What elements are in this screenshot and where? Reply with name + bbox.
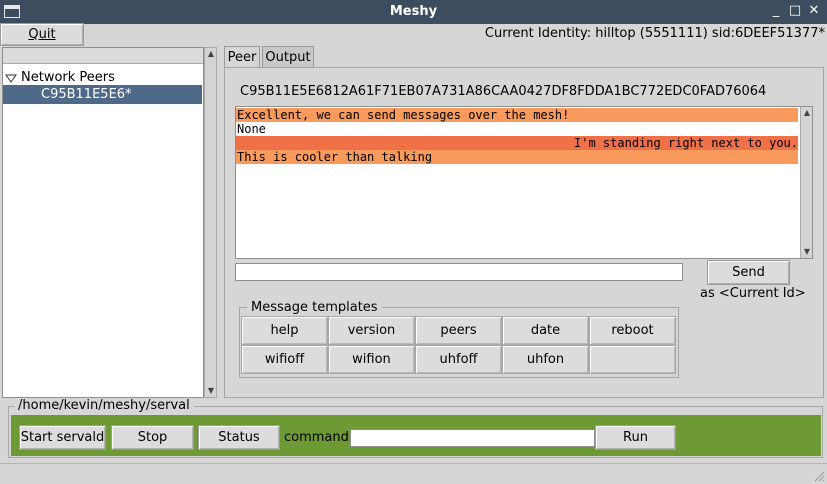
peer-tree: Network Peers C95B11E5E6*	[2, 47, 204, 398]
template-peers-button[interactable]: peers	[415, 316, 502, 345]
tree-root[interactable]: Network Peers	[5, 70, 115, 85]
template-uhfoff-button[interactable]: uhfoff	[415, 345, 502, 374]
tree-root-label: Network Peers	[21, 70, 115, 85]
maximize-icon[interactable]: □	[787, 3, 803, 19]
template-help-button[interactable]: help	[241, 316, 328, 345]
tab-peer[interactable]: Peer	[224, 46, 260, 68]
message-scrollbar[interactable]: ▲ ▼	[800, 107, 812, 258]
message-item: Excellent, we can send messages over the…	[236, 108, 798, 122]
scroll-up-icon[interactable]: ▲	[205, 48, 217, 60]
stop-button[interactable]: Stop	[111, 425, 194, 450]
start-servald-button[interactable]: Start servald	[19, 425, 106, 450]
tree-item-label: C95B11E5E6*	[41, 87, 132, 102]
quit-button[interactable]: Quit	[0, 23, 84, 46]
scroll-up-icon[interactable]: ▲	[801, 107, 813, 119]
send-as-label: as <Current Id>	[700, 286, 806, 301]
template-version-button[interactable]: version	[328, 316, 415, 345]
template-wifion-button[interactable]: wifion	[328, 345, 415, 374]
status-button[interactable]: Status	[198, 425, 280, 450]
message-item: This is cooler than talking	[236, 150, 798, 164]
scroll-down-icon[interactable]: ▼	[801, 246, 813, 258]
template-wifioff-button[interactable]: wifioff	[241, 345, 328, 374]
servald-path-label: /home/kevin/meshy/serval	[14, 398, 194, 413]
template-uhfon-button[interactable]: uhfon	[502, 345, 589, 374]
message-templates-label: Message templates	[247, 300, 382, 315]
minimize-icon[interactable]: _	[768, 3, 784, 19]
tree-scrollbar[interactable]: ▲ ▼	[204, 47, 217, 398]
message-item: None	[236, 122, 798, 136]
scroll-down-icon[interactable]: ▼	[205, 385, 217, 397]
template-reboot-button[interactable]: reboot	[589, 316, 676, 345]
tab-output[interactable]: Output	[262, 46, 314, 68]
command-label: command:	[284, 430, 354, 445]
command-input[interactable]	[350, 429, 595, 447]
message-item: I'm standing right next to you.	[236, 136, 798, 150]
tree-header	[3, 48, 203, 64]
send-button[interactable]: Send	[707, 260, 790, 285]
current-identity: Current Identity: hilltop (5551111) sid:…	[484, 26, 825, 41]
title-bar: Meshy _ □ ✕	[0, 0, 827, 24]
tree-item-peer[interactable]: C95B11E5E6*	[3, 85, 202, 104]
template-empty-button[interactable]	[589, 345, 676, 374]
run-button[interactable]: Run	[595, 425, 676, 450]
close-icon[interactable]: ✕	[806, 3, 822, 19]
message-input[interactable]	[235, 263, 683, 281]
template-date-button[interactable]: date	[502, 316, 589, 345]
resize-grip-icon[interactable]	[813, 470, 825, 482]
window-title: Meshy	[389, 4, 438, 19]
status-bar	[0, 463, 827, 484]
collapse-triangle-icon[interactable]	[5, 73, 17, 83]
peer-sid: C95B11E5E6812A61F71EB07A731A86CAA0427DF8…	[240, 84, 767, 99]
